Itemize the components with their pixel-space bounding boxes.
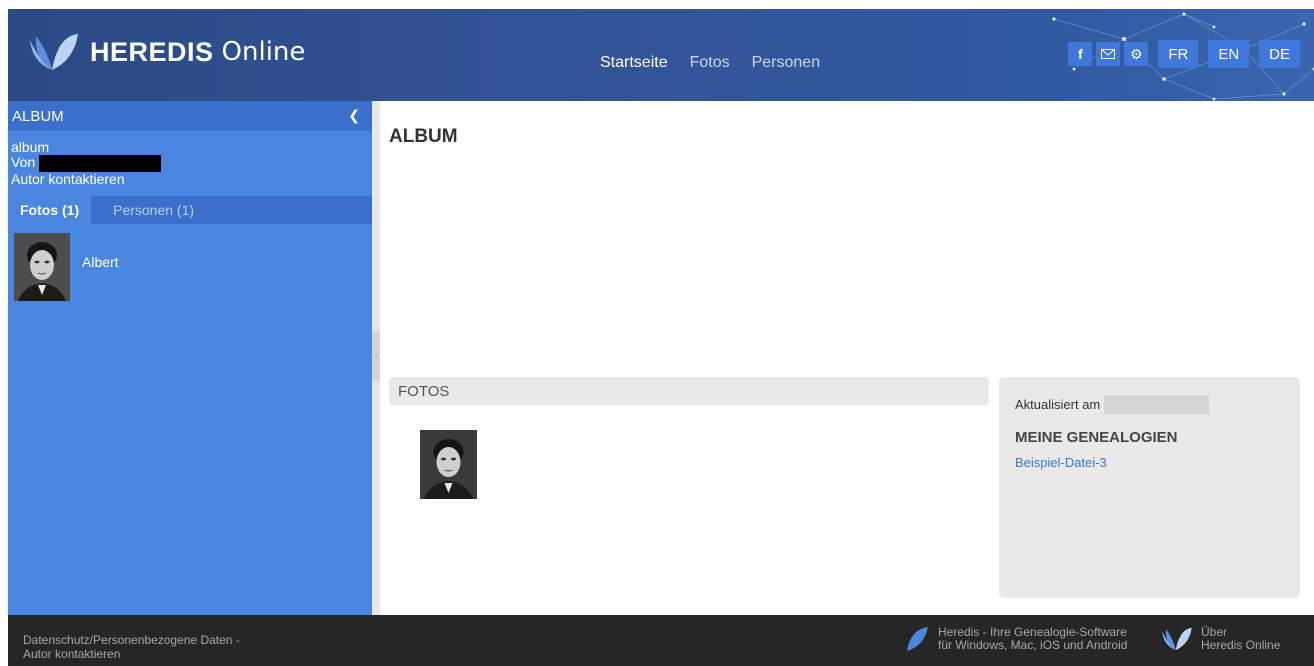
about-line-2: Heredis Online bbox=[1201, 638, 1281, 652]
redacted-date bbox=[1104, 395, 1210, 414]
redacted-author bbox=[39, 155, 162, 172]
album-info: album Von Autor kontaktieren bbox=[8, 131, 372, 187]
genealogies-title: MEINE GENEALOGIEN bbox=[1015, 429, 1178, 446]
header-actions: f ⚙ FR EN DE bbox=[1068, 40, 1300, 68]
language-en-button[interactable]: EN bbox=[1208, 40, 1250, 68]
sidebar-tabs: Fotos (1) Personen (1) bbox=[8, 196, 372, 224]
heredis-logo[interactable]: HEREDIS Online bbox=[28, 32, 305, 72]
heredis-software-link[interactable]: Heredis - Ihre Genealogie-Software für W… bbox=[904, 626, 1127, 652]
collapse-chevron-icon[interactable]: ❮ bbox=[348, 107, 360, 124]
leaf-logo-icon bbox=[1162, 627, 1192, 651]
logo-wordmark: HEREDIS bbox=[90, 36, 214, 67]
contact-author-link[interactable]: Autor kontaktieren bbox=[11, 172, 372, 187]
sidebar-title: ALBUM bbox=[12, 107, 64, 125]
page-title: ALBUM bbox=[389, 126, 458, 147]
genealogy-link[interactable]: Beispiel-Datei-3 bbox=[1015, 455, 1107, 470]
nav-personen[interactable]: Personen bbox=[752, 54, 821, 72]
leaf-icon bbox=[907, 627, 928, 651]
photo-thumbnail[interactable] bbox=[14, 233, 70, 301]
privacy-link[interactable]: Datenschutz/Personenbezogene Daten - bbox=[23, 633, 240, 647]
page-footer: Datenschutz/Personenbezogene Daten - Aut… bbox=[8, 615, 1314, 666]
photos-section-header: FOTOS bbox=[389, 377, 989, 405]
main-nav: Startseite Fotos Personen bbox=[600, 54, 842, 72]
splitter-handle[interactable]: ‹ bbox=[372, 331, 380, 381]
language-fr-button[interactable]: FR bbox=[1158, 40, 1199, 68]
tab-fotos[interactable]: Fotos (1) bbox=[8, 196, 92, 224]
info-panel: Aktualisiert am MEINE GENEALOGIEN Beispi… bbox=[999, 377, 1300, 598]
footer-contact-link[interactable]: Autor kontaktieren bbox=[23, 647, 240, 661]
mail-icon[interactable] bbox=[1096, 42, 1121, 66]
nav-startseite[interactable]: Startseite bbox=[600, 54, 668, 72]
nav-fotos[interactable]: Fotos bbox=[690, 54, 730, 72]
about-link[interactable]: Über Heredis Online bbox=[1161, 626, 1280, 652]
language-de-button[interactable]: DE bbox=[1259, 40, 1300, 68]
app-header: HEREDIS Online Startseite Fotos Personen… bbox=[8, 9, 1314, 101]
sidebar-splitter[interactable]: ‹ bbox=[372, 101, 380, 615]
sidebar-header: ALBUM ❮ bbox=[8, 101, 372, 131]
leaf-logo-icon bbox=[30, 34, 78, 70]
list-item[interactable]: Albert bbox=[14, 233, 372, 301]
heredis-line-2: für Windows, Mac, iOS und Android bbox=[938, 638, 1128, 652]
footer-links: Datenschutz/Personenbezogene Daten - Aut… bbox=[23, 633, 240, 661]
album-name: album bbox=[11, 139, 50, 155]
author-by-label: Von bbox=[11, 154, 36, 171]
updated-label: Aktualisiert am bbox=[1015, 397, 1101, 412]
facebook-icon[interactable]: f bbox=[1068, 42, 1093, 66]
photo-thumbnail[interactable] bbox=[420, 430, 477, 499]
album-author-row: Von bbox=[11, 155, 372, 172]
list-item-name[interactable]: Albert bbox=[82, 254, 119, 270]
tab-personen[interactable]: Personen (1) bbox=[101, 196, 206, 224]
gear-icon[interactable]: ⚙ bbox=[1124, 42, 1149, 66]
logo-subtitle: Online bbox=[221, 37, 306, 67]
updated-row: Aktualisiert am bbox=[1015, 395, 1210, 414]
album-sidebar: ALBUM ❮ album Von Autor kontaktieren Fot… bbox=[8, 101, 372, 615]
